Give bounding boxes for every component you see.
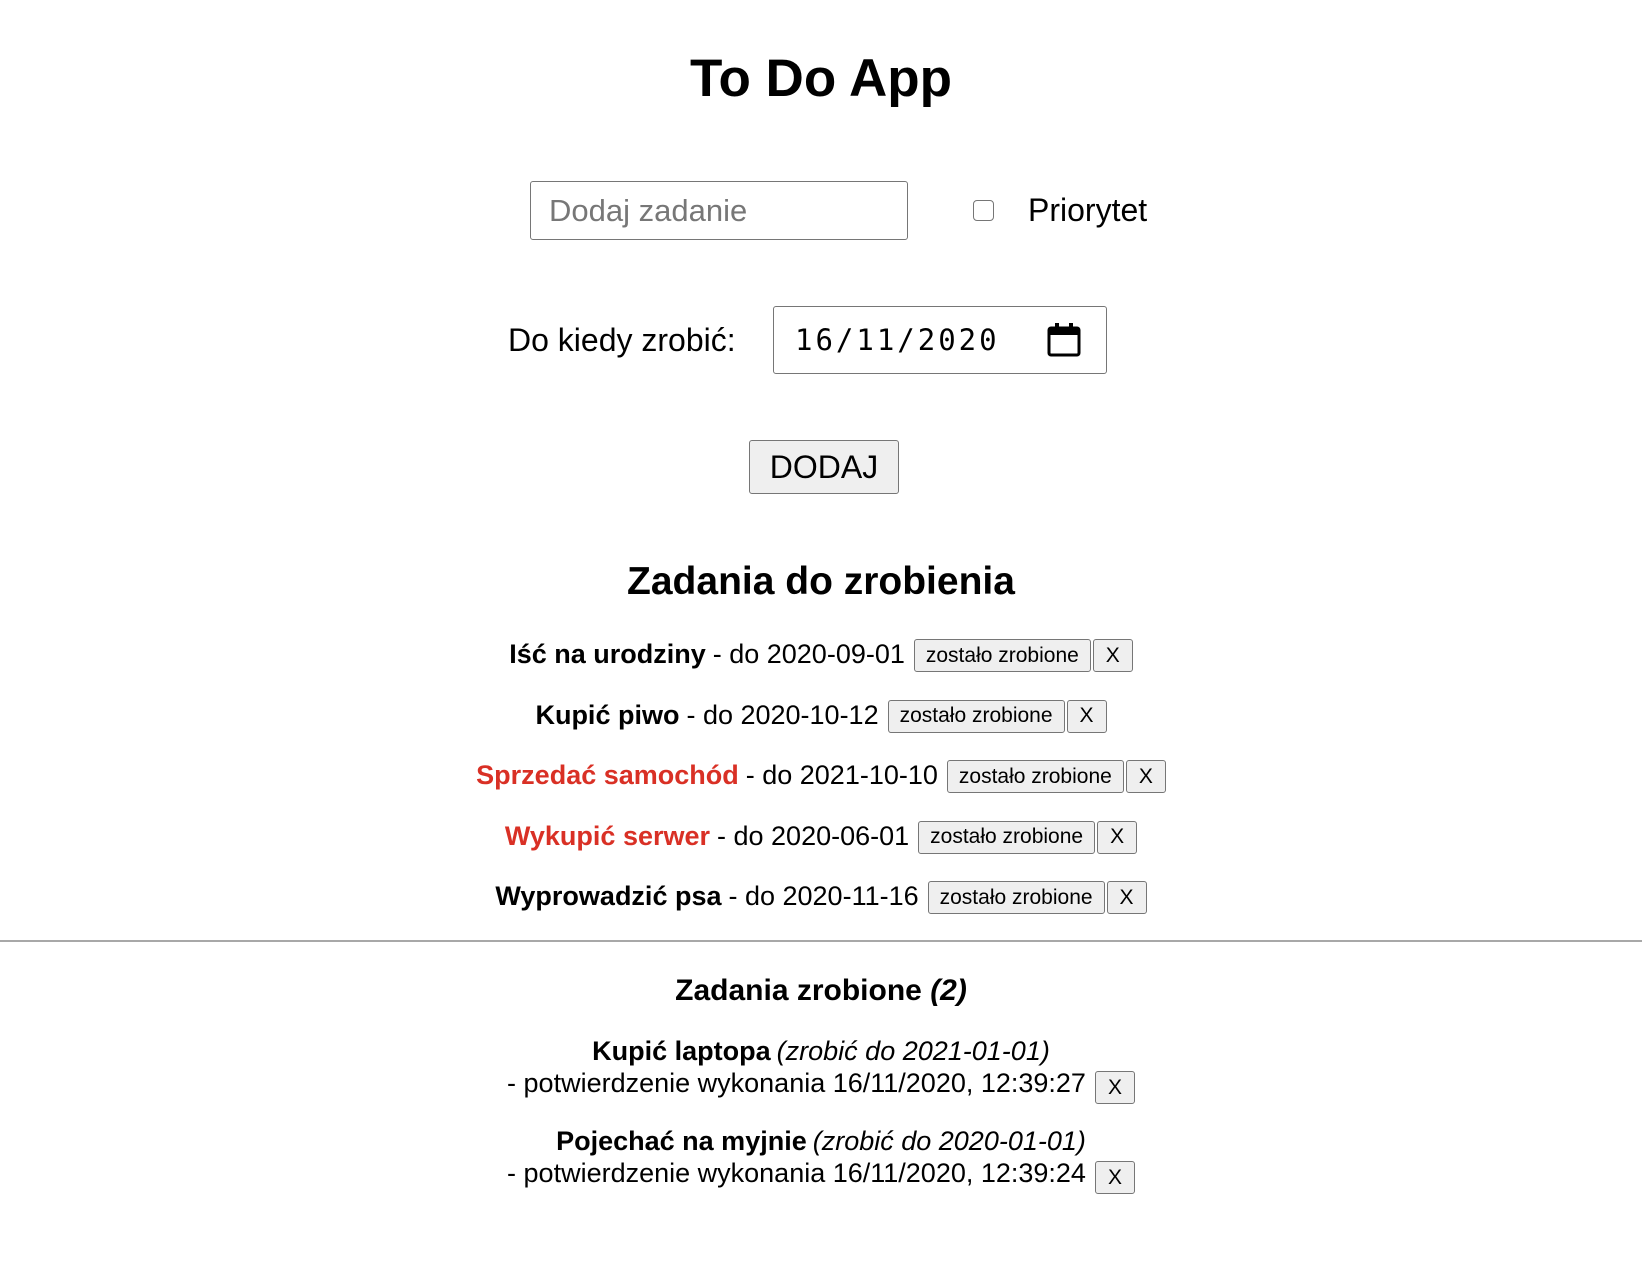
todo-item-name: Wyprowadzić psa (495, 881, 722, 911)
todo-item-name: Wykupić serwer (504, 820, 711, 851)
todo-section-title: Zadania do zrobienia (627, 560, 1015, 603)
todo-item-due: - do 2020-10-12 (686, 699, 879, 730)
remove-todo-button[interactable]: X (1125, 760, 1166, 793)
done-item-confirmation: - potwierdzenie wykonania 16/11/2020, 12… (507, 1158, 1086, 1188)
remove-todo-button[interactable]: X (1066, 699, 1107, 733)
todo-item: Iść na urodziny - do 2020-09-01 zostało … (0, 634, 1642, 695)
todo-item-due: - do 2020-11-16 (728, 881, 919, 911)
due-date-label: Do kiedy zrobić: (508, 322, 736, 358)
todo-item: Kupić piwo - do 2020-10-12 zostało zrobi… (0, 695, 1642, 756)
todo-item-name: Iść na urodziny (509, 639, 706, 669)
mark-done-button[interactable]: zostało zrobione (913, 639, 1091, 672)
done-item-footer: - potwierdzenie wykonania 16/11/2020, 12… (0, 1158, 1642, 1194)
done-item-due: (zrobić do 2021-01-01) (776, 1036, 1050, 1066)
done-item: Pojechać na myjnie (zrobić do 2020-01-01)… (0, 1124, 1642, 1214)
done-item-header: Pojechać na myjnie (zrobić do 2020-01-01) (0, 1124, 1642, 1158)
done-section-title-text: Zadania zrobione (675, 974, 922, 1007)
task-input[interactable] (530, 181, 908, 240)
todo-item-name: Sprzedać samochód (476, 760, 739, 790)
done-item-footer: - potwierdzenie wykonania 16/11/2020, 12… (0, 1068, 1642, 1104)
done-item-name: Kupić laptopa (592, 1036, 771, 1066)
done-item-name: Pojechać na myjnie (556, 1126, 807, 1156)
mark-done-button[interactable]: zostało zrobione (918, 820, 1096, 854)
mark-done-button[interactable]: zostało zrobione (946, 760, 1124, 793)
mark-done-button[interactable]: zostało zrobione (927, 881, 1105, 914)
remove-todo-button[interactable]: X (1092, 639, 1133, 672)
remove-todo-button[interactable]: X (1106, 881, 1147, 914)
calendar-icon[interactable] (1046, 322, 1082, 358)
due-date-value: 16/11/2020 (795, 323, 1000, 357)
done-item-confirmation: - potwierdzenie wykonania 16/11/2020, 12… (507, 1068, 1086, 1098)
remove-todo-button[interactable]: X (1097, 820, 1138, 854)
todo-list: Iść na urodziny - do 2020-09-01 zostało … (0, 634, 1642, 937)
todo-item-name: Kupić piwo (535, 699, 680, 730)
todo-item-due: - do 2020-06-01 (717, 820, 910, 851)
remove-done-button[interactable]: X (1094, 1161, 1135, 1194)
mark-done-button[interactable]: zostało zrobione (887, 699, 1065, 733)
done-list: Kupić laptopa (zrobić do 2021-01-01) - po… (0, 1034, 1642, 1214)
done-item-due: (zrobić do 2020-01-01) (812, 1126, 1086, 1156)
priority-label: Priorytet (1028, 192, 1148, 228)
done-item-header: Kupić laptopa (zrobić do 2021-01-01) (0, 1034, 1642, 1068)
due-date-input[interactable]: 16/11/2020 (773, 306, 1107, 374)
done-count: (2) (930, 974, 967, 1007)
todo-item: Wykupić serwer - do 2020-06-01 zostało z… (0, 816, 1642, 877)
app-root: To Do App Priorytet Do kiedy zrobić: 16/… (0, 0, 1642, 1280)
app-title: To Do App (690, 49, 952, 108)
todo-item-due: - do 2021-10-10 (745, 760, 938, 790)
remove-done-button[interactable]: X (1094, 1071, 1135, 1104)
todo-item-due: - do 2020-09-01 (712, 639, 905, 669)
todo-item: Wyprowadzić psa - do 2020-11-16 zostało … (0, 876, 1642, 937)
priority-checkbox[interactable] (973, 200, 994, 221)
done-item: Kupić laptopa (zrobić do 2021-01-01) - po… (0, 1034, 1642, 1124)
todo-item: Sprzedać samochód - do 2021-10-10 został… (0, 755, 1642, 816)
section-divider (0, 940, 1642, 942)
done-section-title: Zadania zrobione (2) (0, 970, 1642, 1012)
add-task-button[interactable]: DODAJ (749, 440, 899, 494)
